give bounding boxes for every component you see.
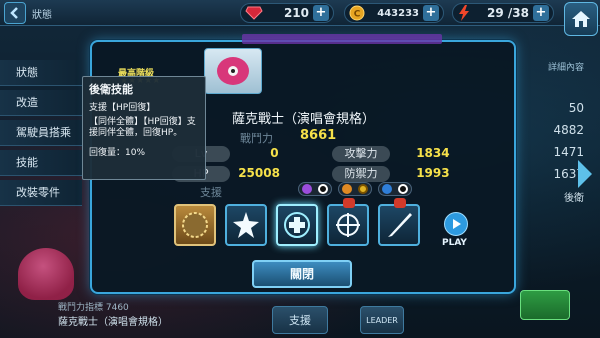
right-value-1: 50: [568, 101, 584, 115]
coin-counter: C 443233 +: [344, 3, 444, 23]
crosshair-skill-icon: [336, 213, 360, 237]
right-value-3: 1471: [553, 145, 584, 159]
confirm-button[interactable]: [520, 290, 570, 320]
shield-skill-icon: [182, 212, 208, 238]
defense-label: 防禦力: [332, 166, 390, 182]
role-label: 後衛: [564, 193, 584, 204]
blade-skill-icon: [388, 213, 412, 237]
unit-name: 薩克戰士（演唱會規格）: [232, 112, 376, 127]
energy-bolt-icon: [459, 5, 469, 21]
tooltip-rate: 回復量：10%: [89, 148, 146, 158]
skill-slot-3[interactable]: [276, 204, 318, 246]
side-item-skills[interactable]: 技能: [0, 150, 82, 176]
burst-skill-icon: [233, 212, 259, 238]
element-blue: [378, 182, 412, 196]
home-button[interactable]: [564, 2, 598, 36]
attack-label: 攻擊力: [332, 146, 390, 162]
add-gems-button[interactable]: +: [313, 5, 329, 21]
bottom-power-info: 戰鬥力指標 7460: [58, 303, 129, 313]
back-arrow-icon: [10, 7, 18, 19]
add-coins-button[interactable]: +: [423, 5, 439, 21]
unit-portrait: [204, 48, 262, 94]
svg-text:C: C: [354, 10, 361, 20]
add-energy-button[interactable]: +: [533, 5, 549, 21]
skill-badge-icon: [343, 198, 355, 208]
coin-icon: C: [349, 5, 365, 21]
ring-icon: [358, 184, 368, 194]
purple-orb-icon: [302, 184, 312, 194]
orange-orb-icon: [342, 184, 352, 194]
skill-badge-icon: [394, 198, 406, 208]
side-menu: 狀態 改造 駕駛員搭乘 技能 改裝零件: [0, 60, 82, 210]
right-value-2: 4882: [553, 123, 584, 137]
lv-value: 0: [270, 146, 279, 160]
play-label: PLAY: [442, 238, 467, 248]
next-arrow-icon[interactable]: [578, 160, 592, 188]
blue-orb-icon: [382, 184, 392, 194]
play-button[interactable]: [444, 212, 468, 236]
home-icon: [572, 11, 590, 27]
defense-value: 1993: [416, 166, 450, 180]
skill-slot-5[interactable]: [378, 198, 420, 246]
element-orange: [338, 182, 372, 196]
element-icons: [298, 182, 412, 196]
support-label: 支援: [200, 186, 222, 199]
detail-label[interactable]: 詳細內容: [506, 60, 584, 73]
unit-figure: [18, 248, 74, 300]
bottom-unit-name: 薩克戰士（演唱會規格）: [58, 317, 168, 328]
unit-head-icon: [217, 57, 249, 85]
energy-counter: 29 /38 +: [452, 3, 554, 23]
skill-slot-2[interactable]: [225, 204, 267, 246]
power-label: 戰鬥力: [240, 132, 273, 145]
attack-row: 攻擊力 1834: [332, 146, 450, 164]
side-item-upgrade[interactable]: 改造: [0, 90, 82, 116]
tooltip-description: 【同伴全體】【HP回復】支援同伴全體，回復HP。: [89, 117, 196, 138]
coin-value: 443233: [377, 7, 419, 19]
side-item-status[interactable]: 狀態: [0, 60, 82, 86]
skill-slots: [174, 198, 420, 246]
play-icon: [453, 219, 461, 229]
right-value-4: 1637: [553, 167, 584, 181]
element-purple: [298, 182, 332, 196]
support-button[interactable]: 支援: [272, 306, 328, 334]
heal-skill-icon: [284, 212, 310, 238]
dialog-banner: [242, 34, 442, 44]
power-value: 8661: [300, 128, 337, 143]
skill-tooltip: 後衛技能 支援【HP回復】 【同伴全體】【HP回復】支援同伴全體，回復HP。 回…: [82, 76, 206, 180]
skill-slot-4[interactable]: [327, 198, 369, 246]
back-button[interactable]: [4, 2, 26, 24]
energy-value: 29 /38: [487, 6, 529, 20]
attack-value: 1834: [416, 146, 450, 160]
tooltip-title: 後衛技能: [89, 83, 133, 96]
top-bar: 狀態 210 + C 443233 + 29 /38 +: [0, 0, 600, 26]
side-item-parts[interactable]: 改裝零件: [0, 180, 82, 206]
skill-slot-1[interactable]: [174, 204, 216, 246]
right-stats-column: 詳細內容 50 4882 1471 1637 後衛: [506, 60, 584, 212]
gem-value: 210: [283, 6, 309, 20]
target-icon: [318, 184, 328, 194]
leader-button[interactable]: LEADER: [360, 306, 404, 334]
page-title: 狀態: [32, 10, 52, 21]
gem-icon: [245, 6, 263, 20]
gem-counter: 210 +: [240, 3, 334, 23]
target-icon: [398, 184, 408, 194]
tooltip-subtitle: 支援【HP回復】: [89, 103, 156, 113]
side-item-pilot[interactable]: 駕駛員搭乘: [0, 120, 82, 146]
close-button[interactable]: 關閉: [252, 260, 352, 288]
hp-value: 25008: [238, 166, 280, 180]
